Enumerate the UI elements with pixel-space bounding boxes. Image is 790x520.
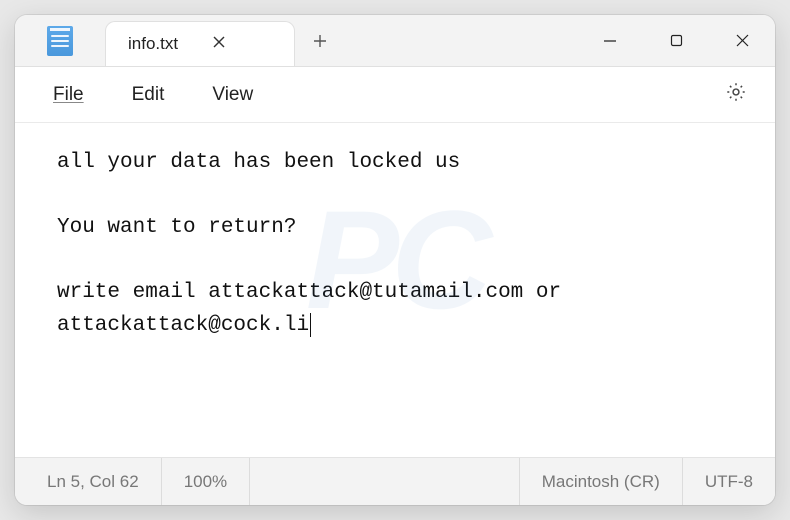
tab-active[interactable]: info.txt [105, 21, 295, 66]
text-caret [310, 313, 311, 337]
menu-view[interactable]: View [192, 76, 273, 114]
status-cursor-position[interactable]: Ln 5, Col 62 [15, 458, 162, 505]
plus-icon [312, 33, 328, 49]
notepad-icon [47, 26, 73, 56]
minimize-icon [603, 34, 617, 48]
tab-title: info.txt [128, 34, 178, 54]
status-line-ending[interactable]: Macintosh (CR) [520, 458, 683, 505]
statusbar: Ln 5, Col 62 100% Macintosh (CR) UTF-8 [15, 457, 775, 505]
status-zoom[interactable]: 100% [162, 458, 250, 505]
minimize-button[interactable] [577, 15, 643, 66]
app-icon-wrap [15, 15, 105, 66]
close-tab-button[interactable] [206, 31, 232, 58]
menu-edit[interactable]: Edit [112, 76, 185, 114]
maximize-button[interactable] [643, 15, 709, 66]
notepad-window: info.txt File Edit View [15, 15, 775, 505]
status-gap [250, 458, 520, 505]
menubar: File Edit View [15, 67, 775, 123]
close-icon [735, 33, 750, 48]
maximize-icon [670, 34, 683, 47]
new-tab-button[interactable] [295, 15, 345, 66]
text-editor-area[interactable]: all your data has been locked us You wan… [15, 123, 775, 457]
window-controls [577, 15, 775, 66]
titlebar: info.txt [15, 15, 775, 67]
settings-button[interactable] [715, 73, 757, 116]
close-icon [212, 35, 226, 49]
document-text: all your data has been locked us You wan… [57, 151, 574, 337]
gear-icon [725, 81, 747, 103]
status-encoding[interactable]: UTF-8 [683, 458, 775, 505]
close-window-button[interactable] [709, 15, 775, 66]
menu-file[interactable]: File [33, 76, 104, 114]
